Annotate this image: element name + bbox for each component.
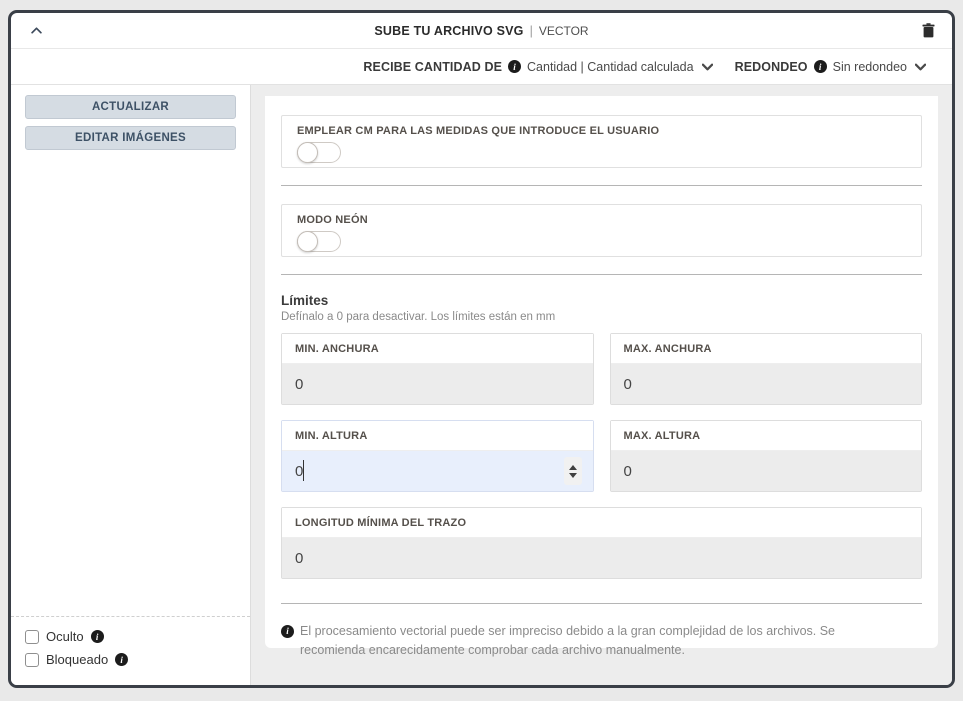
neon-mode-toggle-card: MODO NEÓN <box>281 204 922 257</box>
sidebar-spacer <box>11 157 250 616</box>
stepper-down-icon <box>569 473 577 478</box>
dialog-body: ACTUALIZAR EDITAR IMÁGENES Oculto i Bloq… <box>11 85 952 685</box>
hidden-checkbox-row[interactable]: Oculto i <box>25 629 236 644</box>
sidebar-checkboxes: Oculto i Bloqueado i <box>11 617 250 685</box>
min-height-input[interactable] <box>282 451 593 491</box>
min-stroke-length-input-wrap <box>282 538 921 578</box>
vector-processing-note-text: El procesamiento vectorial puede ser imp… <box>300 622 892 661</box>
limits-fields-grid: MIN. ANCHURA MAX. ANCHURA MIN. ALTURA <box>281 333 922 579</box>
max-width-label: MAX. ANCHURA <box>611 334 922 364</box>
divider <box>281 603 922 604</box>
quantity-source-label: RECIBE CANTIDAD DE <box>363 60 502 74</box>
max-height-label: MAX. ALTURA <box>611 421 922 451</box>
min-stroke-length-field: LONGITUD MÍNIMA DEL TRAZO <box>281 507 922 579</box>
dialog-title: SUBE TU ARCHIVO SVG | VECTOR <box>11 13 952 48</box>
rounding-dropdown[interactable]: REDONDEO i Sin redondeo <box>735 60 926 74</box>
hidden-checkbox[interactable] <box>25 630 39 644</box>
dialog-title-main: SUBE TU ARCHIVO SVG <box>374 24 523 38</box>
min-height-input-wrap <box>282 451 593 491</box>
sidebar: ACTUALIZAR EDITAR IMÁGENES Oculto i Bloq… <box>11 85 251 685</box>
neon-mode-toggle[interactable] <box>297 231 341 252</box>
limits-subtitle: Defínalo a 0 para desactivar. Los límite… <box>281 311 922 323</box>
min-width-field: MIN. ANCHURA <box>281 333 594 405</box>
text-cursor <box>303 460 304 481</box>
divider <box>281 185 922 186</box>
toggle-knob <box>297 231 318 252</box>
chevron-up-icon <box>31 27 42 34</box>
max-width-input[interactable] <box>611 364 922 404</box>
max-height-field: MAX. ALTURA <box>610 420 923 492</box>
rounding-value: Sin redondeo <box>833 60 907 74</box>
min-height-label: MIN. ALTURA <box>282 421 593 451</box>
max-width-field: MAX. ANCHURA <box>610 333 923 405</box>
min-width-input[interactable] <box>282 364 593 404</box>
dialog-title-separator: | <box>530 24 533 38</box>
info-icon[interactable]: i <box>115 653 128 666</box>
use-cm-toggle[interactable] <box>297 142 341 163</box>
min-height-field: MIN. ALTURA <box>281 420 594 492</box>
chevron-down-icon <box>915 63 926 71</box>
info-icon[interactable]: i <box>814 60 827 73</box>
info-icon[interactable]: i <box>508 60 521 73</box>
max-width-input-wrap <box>611 364 922 404</box>
use-cm-toggle-card: EMPLEAR CM PARA LAS MEDIDAS QUE INTRODUC… <box>281 115 922 168</box>
edit-images-button[interactable]: EDITAR IMÁGENES <box>25 126 236 150</box>
options-toolbar: RECIBE CANTIDAD DE i Cantidad | Cantidad… <box>11 49 952 85</box>
locked-checkbox[interactable] <box>25 653 39 667</box>
min-stroke-length-label: LONGITUD MÍNIMA DEL TRAZO <box>282 508 921 538</box>
trash-icon <box>922 23 935 38</box>
settings-panel: EMPLEAR CM PARA LAS MEDIDAS QUE INTRODUC… <box>265 96 938 648</box>
quantity-source-dropdown[interactable]: RECIBE CANTIDAD DE i Cantidad | Cantidad… <box>363 60 712 74</box>
stepper-up-icon <box>569 465 577 470</box>
main-area: EMPLEAR CM PARA LAS MEDIDAS QUE INTRODUC… <box>251 85 952 685</box>
locked-checkbox-label: Bloqueado <box>46 652 108 667</box>
hidden-checkbox-label: Oculto <box>46 629 84 644</box>
upload-svg-dialog: SUBE TU ARCHIVO SVG | VECTOR RECIBE CANT… <box>8 10 955 688</box>
limits-title: Límites <box>281 293 922 308</box>
dialog-title-suffix: VECTOR <box>539 24 589 38</box>
title-bar: SUBE TU ARCHIVO SVG | VECTOR <box>11 13 952 49</box>
max-height-input[interactable] <box>611 451 922 491</box>
divider <box>281 274 922 275</box>
use-cm-toggle-label: EMPLEAR CM PARA LAS MEDIDAS QUE INTRODUC… <box>297 125 906 137</box>
chevron-down-icon <box>702 63 713 71</box>
update-button[interactable]: ACTUALIZAR <box>25 95 236 119</box>
max-height-input-wrap <box>611 451 922 491</box>
delete-button[interactable] <box>918 20 938 42</box>
min-width-input-wrap <box>282 364 593 404</box>
vector-processing-note: i El procesamiento vectorial puede ser i… <box>281 622 922 661</box>
min-stroke-length-input[interactable] <box>282 538 921 578</box>
neon-mode-toggle-label: MODO NEÓN <box>297 214 906 226</box>
toggle-knob <box>297 142 318 163</box>
rounding-label: REDONDEO <box>735 60 808 74</box>
collapse-button[interactable] <box>25 20 47 42</box>
info-icon[interactable]: i <box>91 630 104 643</box>
min-width-label: MIN. ANCHURA <box>282 334 593 364</box>
info-icon: i <box>281 625 294 638</box>
quantity-source-value: Cantidad | Cantidad calculada <box>527 60 694 74</box>
number-stepper[interactable] <box>564 457 582 485</box>
locked-checkbox-row[interactable]: Bloqueado i <box>25 652 236 667</box>
